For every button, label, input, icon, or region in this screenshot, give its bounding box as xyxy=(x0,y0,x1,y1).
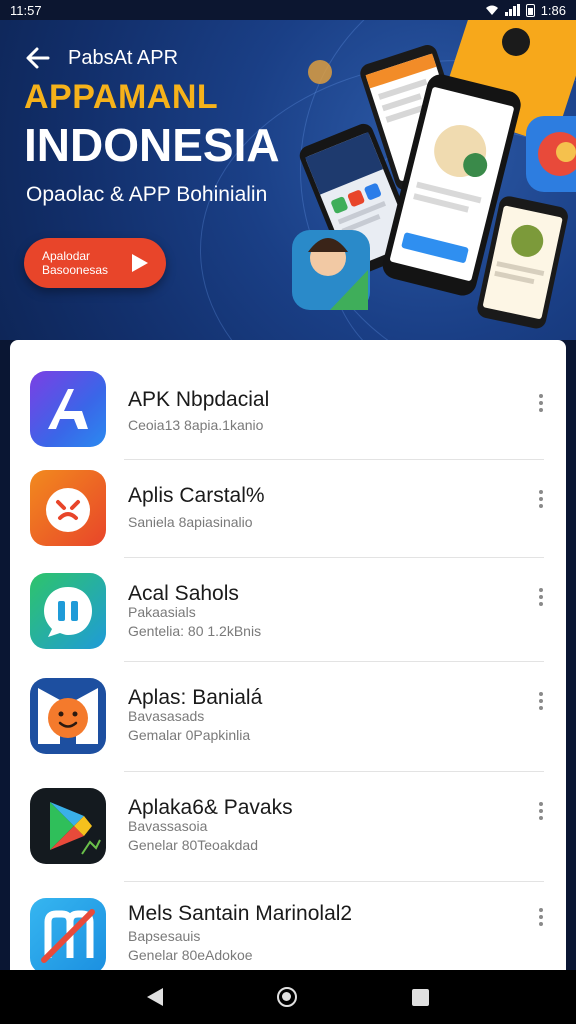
banner-title-line1: APPAMANL xyxy=(24,78,219,116)
smile-burst-icon xyxy=(30,470,106,546)
nav-recents-icon[interactable] xyxy=(411,988,429,1006)
play-icon xyxy=(132,254,148,272)
banner-top-label: PabsAt APR xyxy=(68,47,179,69)
app-meta: Ceoia13 8apia.1kanio xyxy=(128,417,264,433)
app-meta-line1: Pakaasials xyxy=(128,604,196,620)
banner-cta-button[interactable]: Apalodar Basoonesas xyxy=(24,238,166,288)
slashed-n-icon xyxy=(30,898,106,970)
app-meta-line1: Bavasasads xyxy=(128,708,205,724)
app-meta-line1: Bavassasoia xyxy=(128,818,208,834)
app-meta-line1: Bapsesauis xyxy=(128,928,201,944)
more-options-icon[interactable] xyxy=(538,588,544,606)
signal-icon xyxy=(504,4,520,16)
list-item[interactable]: Aplas: Banialá Bavasasads Gemalar 0Papki… xyxy=(10,662,566,772)
list-item[interactable]: Acal Sahols Pakaasials Gentelia: 80 1.2k… xyxy=(10,558,566,662)
app-meta: Saniela 8apiasinalio xyxy=(128,514,253,530)
nav-home-icon[interactable] xyxy=(277,987,298,1007)
system-nav-bar xyxy=(0,970,576,1024)
battery-icon xyxy=(525,3,535,17)
banner-subtitle: Opaolac & APP Bohinialin xyxy=(26,183,268,206)
list-item[interactable]: APK Nbpdacial Ceoia13 8apia.1kanio xyxy=(10,340,566,460)
app-name: APK Nbpdacial xyxy=(128,388,270,411)
cta-label: Apalodar Basoonesas xyxy=(42,249,109,277)
nav-back-icon[interactable] xyxy=(147,988,164,1006)
status-icons: 1:86 xyxy=(485,3,566,18)
status-time: 11:57 xyxy=(10,2,42,18)
app-meta-line2: Genelar 80Teoakdad xyxy=(128,837,258,853)
promo-banner[interactable]: PabsAt APR APPAMANL INDONESIA Opaolac & … xyxy=(0,20,576,340)
stylized-a-icon xyxy=(30,371,106,447)
status-bar: 11:57 1:86 xyxy=(0,0,576,20)
wifi-icon xyxy=(485,5,498,15)
list-item[interactable]: Mels Santain Marinolal2 Bapsesauis Genel… xyxy=(10,882,566,970)
app-list: APK Nbpdacial Ceoia13 8apia.1kanio Aplis… xyxy=(10,340,566,970)
app-meta-line2: Gemalar 0Papkinlia xyxy=(128,727,251,743)
more-options-icon[interactable] xyxy=(538,490,544,508)
banner-title-line2: INDONESIA xyxy=(24,119,280,171)
app-meta-line2: Gentelia: 80 1.2kBnis xyxy=(128,623,262,639)
chat-bubble-icon xyxy=(30,573,106,649)
more-options-icon[interactable] xyxy=(538,908,544,926)
more-options-icon[interactable] xyxy=(538,394,544,412)
list-item[interactable]: Aplis Carstal% Saniela 8apiasinalio xyxy=(10,460,566,558)
phones-illustration xyxy=(292,20,576,329)
play-triangle-icon xyxy=(30,788,106,864)
app-name: Aplis Carstal% xyxy=(128,484,265,507)
app-meta-line2: Genelar 80eAdokoe xyxy=(128,947,253,963)
status-battery-text: 1:86 xyxy=(540,2,566,18)
more-options-icon[interactable] xyxy=(538,802,544,820)
app-name: Mels Santain Marinolal2 xyxy=(128,902,353,925)
list-item[interactable]: Aplaka6& Pavaks Bavassasoia Genelar 80Te… xyxy=(10,772,566,882)
more-options-icon[interactable] xyxy=(538,692,544,710)
back-arrow-icon[interactable] xyxy=(24,44,52,72)
smiley-face-icon xyxy=(30,678,106,754)
